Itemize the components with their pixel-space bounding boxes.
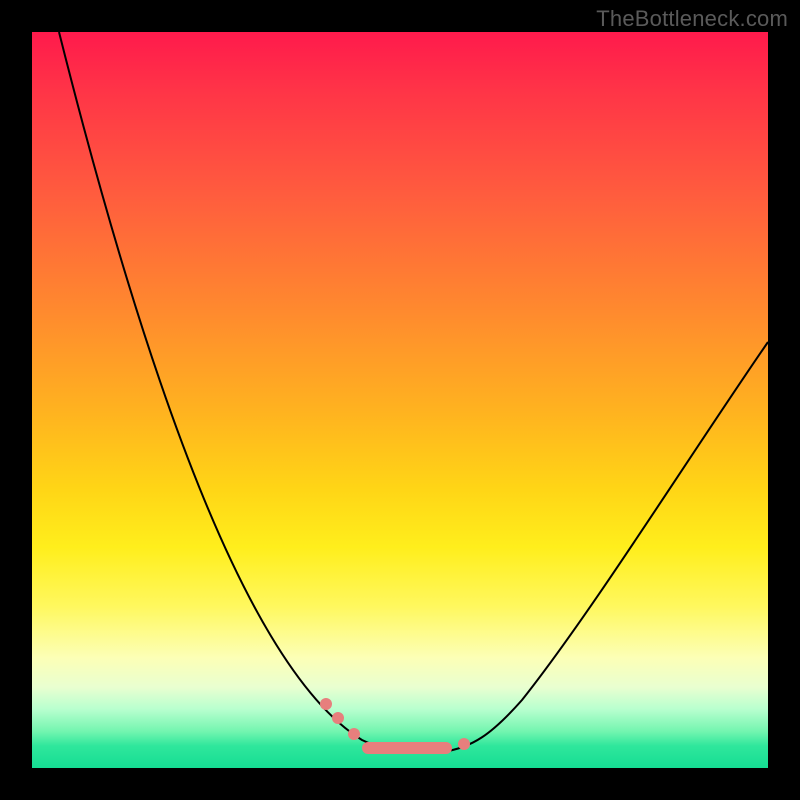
chart-svg	[32, 32, 768, 768]
curve-marker	[320, 698, 332, 710]
plot-area	[32, 32, 768, 768]
curve-marker-pill	[362, 742, 452, 754]
bottleneck-curve	[59, 32, 768, 753]
chart-frame: TheBottleneck.com	[0, 0, 800, 800]
curve-marker	[458, 738, 470, 750]
watermark-text: TheBottleneck.com	[596, 6, 788, 32]
curve-marker	[332, 712, 344, 724]
curve-marker	[348, 728, 360, 740]
